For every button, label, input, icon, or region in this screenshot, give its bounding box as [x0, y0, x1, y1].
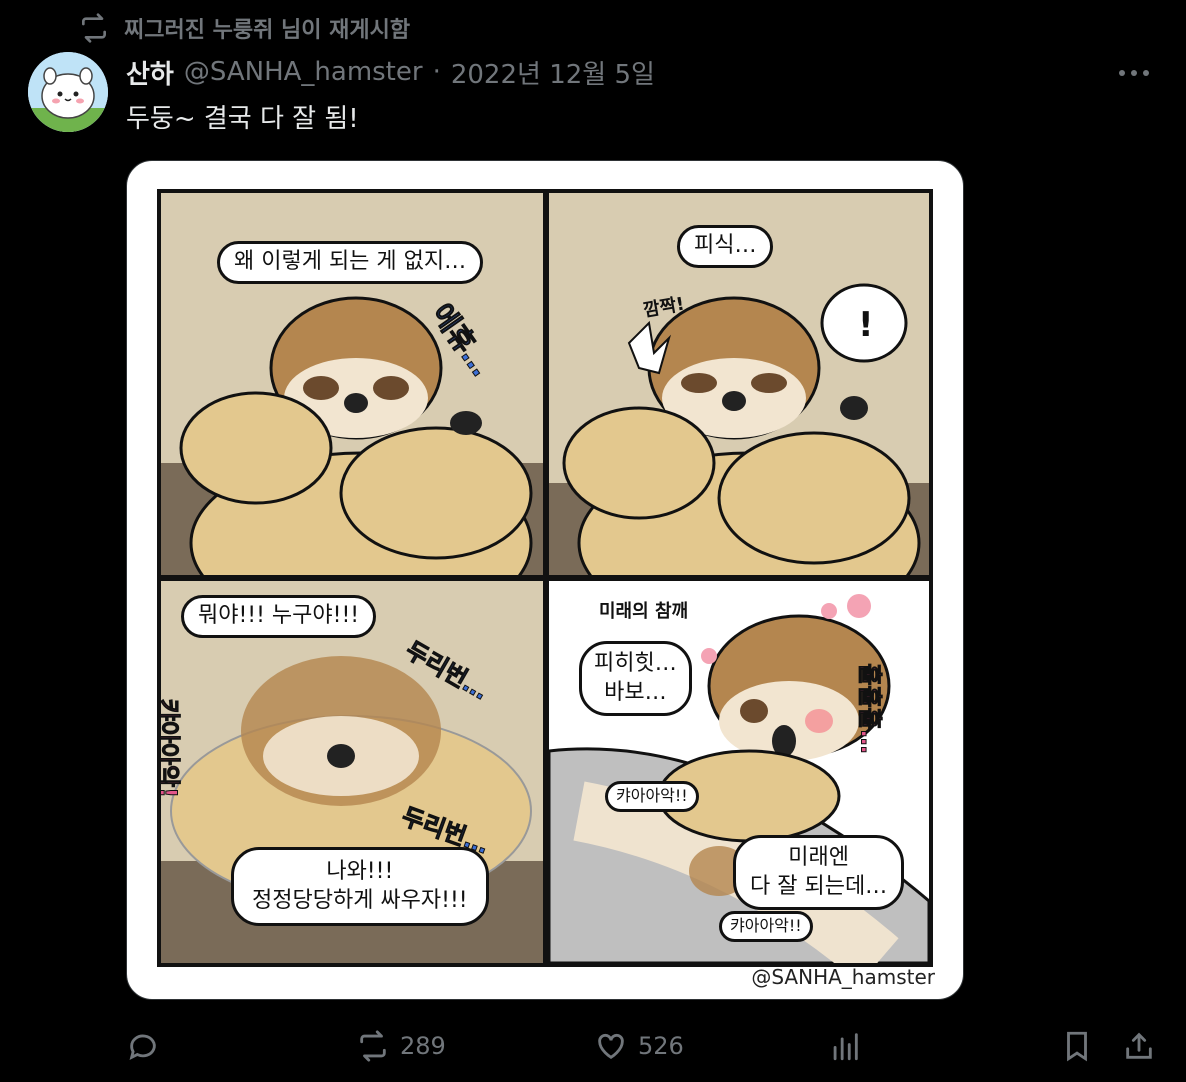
bubble-line: 바보…: [604, 679, 667, 705]
tweet-media[interactable]: 왜 이렇게 되는 게 없지… 에휴… 피식… 깜짝! ! 뭐야!!! 누구야!!…: [126, 160, 964, 1000]
user-handle[interactable]: @SANHA_hamster: [184, 57, 423, 87]
bookmark-icon: [1067, 1031, 1087, 1062]
repost-context[interactable]: 찌그러진 누룽쥐 님이 재게시함: [78, 12, 410, 44]
watermark: @SANHA_hamster: [751, 965, 935, 989]
display-name[interactable]: 산하: [126, 54, 174, 91]
like-count: 526: [638, 1032, 684, 1060]
scream-bubble: 캬아아악!!: [719, 911, 813, 942]
tweet-date[interactable]: 2022년 12월 5일: [451, 54, 655, 91]
comic-panel-3: 뭐야!!! 누구야!!! 캬아아악! 두리번… 두리번… 나와!!! 정정당당하…: [161, 581, 543, 963]
views-icon: [833, 1033, 858, 1061]
retweet-icon: [360, 1030, 386, 1062]
scream-bubble: 캬아아악!!: [605, 781, 699, 812]
speech-bubble: 피식…: [677, 225, 774, 268]
comic-panel-4: 미래의 참깨 피히힛… 바보… 훌훌훌… 캬아아악!! 캬아아악!! 미래엔 다…: [549, 581, 929, 963]
reply-icon: [129, 1034, 156, 1060]
speech-bubble: 피히힛… 바보…: [579, 641, 692, 717]
speech-bubble: 미래엔 다 잘 되는데…: [733, 835, 905, 911]
separator: ·: [432, 57, 441, 87]
sound-effect: 캬아아악!: [161, 698, 183, 799]
bubble-line: 정정당당하게 싸우자!!!: [252, 887, 468, 913]
views-button[interactable]: [828, 1022, 872, 1070]
bubble-line: 다 잘 되는데…: [750, 873, 888, 899]
caption-label: 미래의 참깨: [599, 601, 689, 622]
speech-bubble: 뭐야!!! 누구야!!!: [181, 595, 377, 638]
tweet-header: 산하 @SANHA_hamster · 2022년 12월 5일: [126, 54, 655, 90]
bookmark-button[interactable]: [1060, 1022, 1094, 1070]
repost-text: 찌그러진 누룽쥐 님이 재게시함: [124, 18, 411, 43]
speech-bubble: 나와!!! 정정당당하게 싸우자!!!: [231, 847, 489, 927]
reply-button[interactable]: [126, 1022, 170, 1070]
bubble-line: 나와!!!: [326, 859, 394, 884]
more-icon: [1119, 70, 1149, 76]
avatar[interactable]: [28, 52, 108, 132]
comic-strip: 왜 이렇게 되는 게 없지… 에휴… 피식… 깜짝! ! 뭐야!!! 누구야!!…: [157, 189, 933, 967]
share-button[interactable]: [1122, 1022, 1156, 1070]
comic-panel-2: 피식… 깜짝! !: [549, 193, 929, 575]
share-icon: [1126, 1032, 1152, 1059]
retweet-button[interactable]: 289: [356, 1022, 446, 1070]
tweet-text: 두둥~ 결국 다 잘 됨!: [126, 104, 359, 134]
bubble-line: 미래엔: [788, 845, 849, 870]
repost-icon: [82, 13, 106, 43]
more-button[interactable]: [1112, 58, 1156, 88]
heart-icon: [598, 1033, 624, 1060]
action-bar: 289 526: [126, 1022, 1166, 1070]
retweet-count: 289: [400, 1032, 446, 1060]
sound-effect: 훌훌훌…: [855, 663, 884, 754]
like-button[interactable]: 526: [594, 1022, 684, 1070]
speech-bubble: 왜 이렇게 되는 게 없지…: [217, 241, 484, 284]
comic-panel-1: 왜 이렇게 되는 게 없지… 에휴…: [161, 193, 543, 575]
bubble-line: 피히힛…: [594, 651, 677, 676]
exclaim-mark: !: [858, 305, 874, 345]
